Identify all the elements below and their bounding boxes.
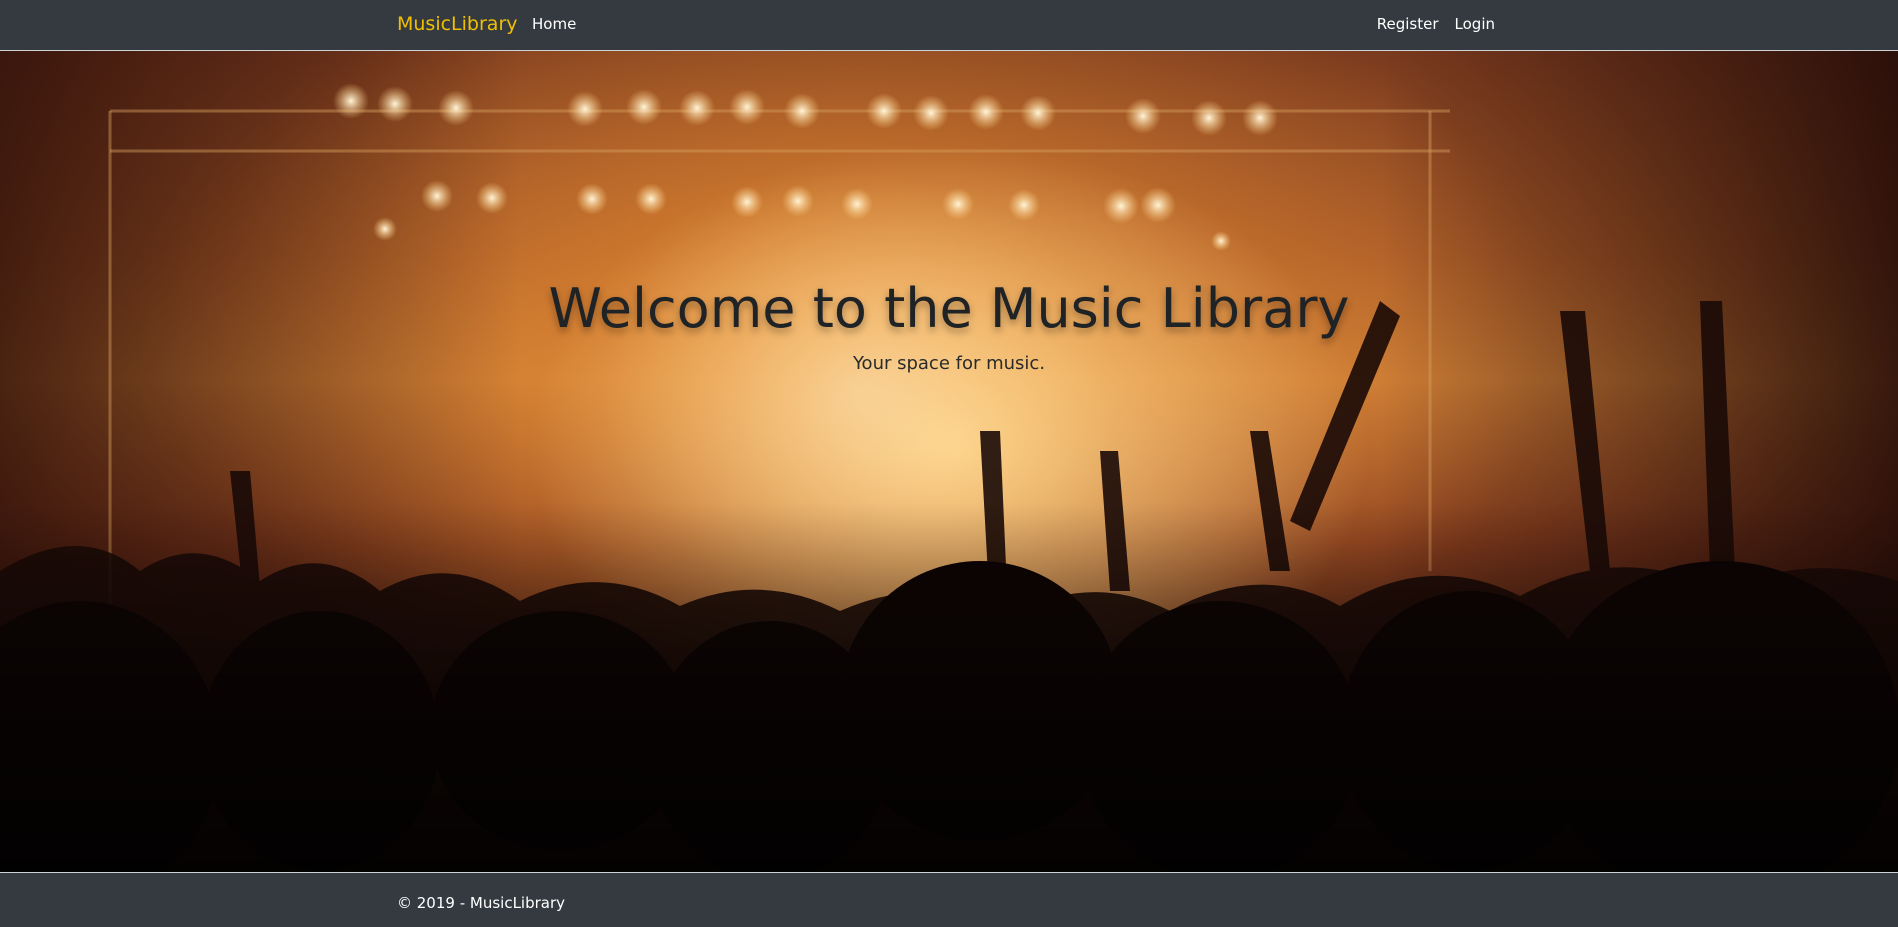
footer-copyright: © 2019 - MusicLibrary [397, 894, 566, 912]
footer: © 2019 - MusicLibrary [0, 872, 1898, 927]
hero-background-image [0, 51, 1898, 872]
hero-banner: Welcome to the Music Library Your space … [0, 51, 1898, 872]
nav-home-link[interactable]: Home [532, 15, 576, 33]
navbar: MusicLibrary Home Register Login [0, 0, 1898, 51]
brand-link[interactable]: MusicLibrary [397, 13, 518, 35]
hero-title: Welcome to the Music Library [548, 277, 1350, 340]
hero-subtitle: Your space for music. [852, 353, 1046, 374]
register-link[interactable]: Register [1377, 15, 1439, 33]
navbar-container: MusicLibrary Home Register Login [397, 0, 1499, 50]
nav-account-links: Register Login [1377, 15, 1495, 33]
login-link[interactable]: Login [1455, 15, 1495, 33]
